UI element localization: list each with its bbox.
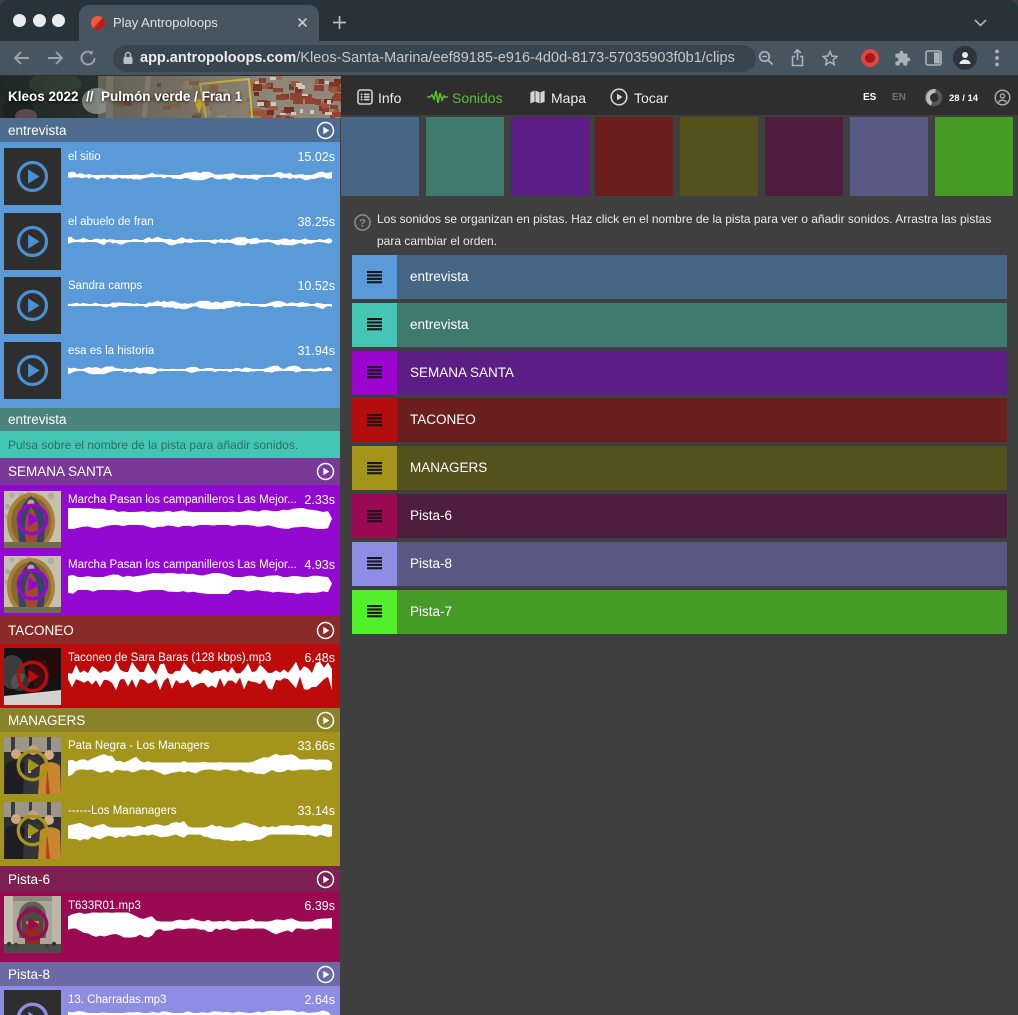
svg-text:?: ?	[359, 217, 366, 229]
